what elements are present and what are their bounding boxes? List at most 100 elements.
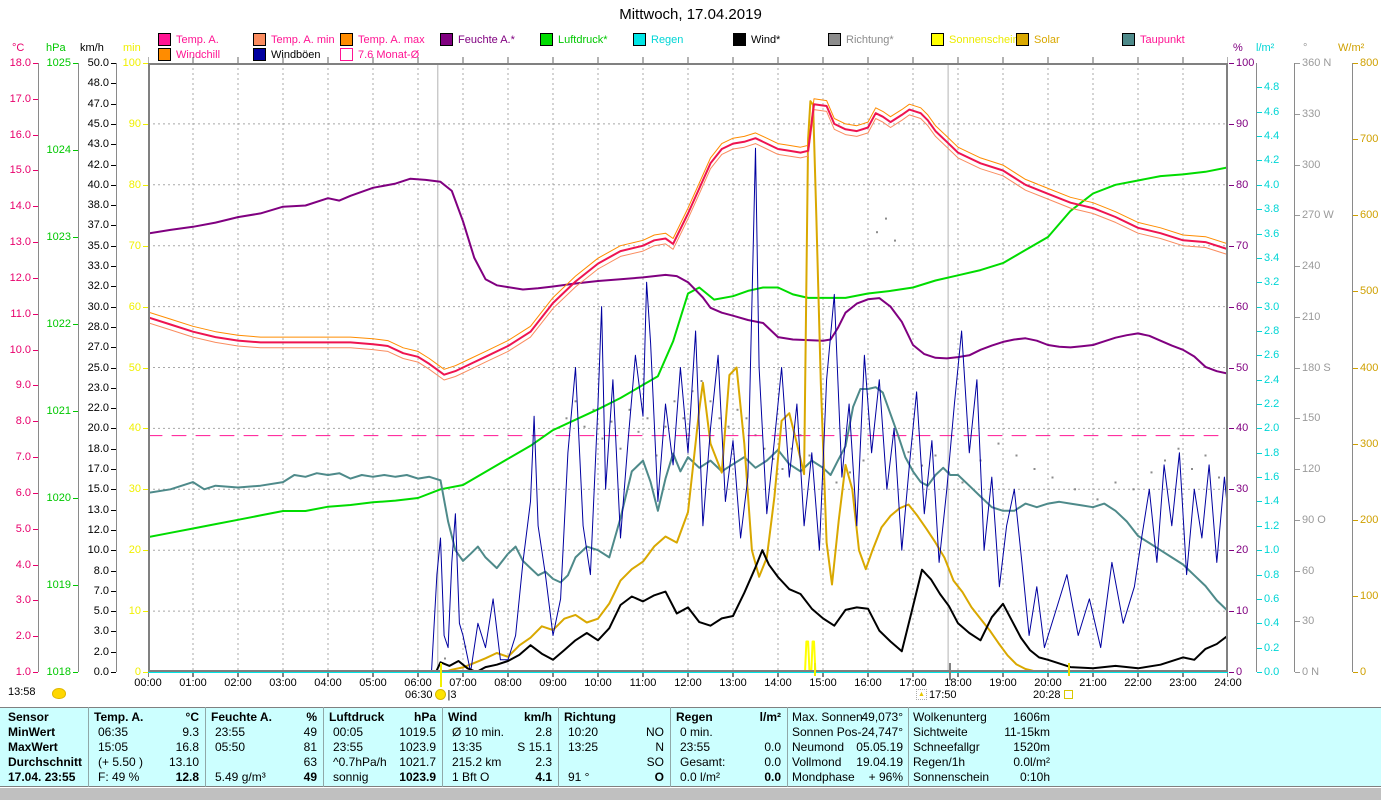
axis-tick <box>33 135 38 136</box>
axis-tick-label: 14.0 <box>9 200 31 212</box>
series-swatch-icon <box>440 33 453 46</box>
legend-item-sonnenschein: Sonnenschein <box>931 33 1019 46</box>
axis-tick <box>1295 215 1300 216</box>
axis-tick <box>1257 234 1262 235</box>
axis-tick-label: 4.2 <box>1264 154 1280 166</box>
table-row-label: MinWert <box>8 725 56 739</box>
table-column-divider <box>670 707 671 787</box>
table-col-unit: % <box>306 710 317 724</box>
axis-tick-label: 50 <box>128 362 141 374</box>
axis-tick-label: 120 <box>1302 463 1321 475</box>
axis-tick <box>1257 501 1262 502</box>
table-cell-value: SO <box>646 755 664 769</box>
axis-tick-label: 3.2 <box>1264 276 1280 288</box>
table-cell-value: 13.10 <box>168 755 199 769</box>
table-column-divider <box>908 707 909 787</box>
axis-tick <box>33 206 38 207</box>
table-cell-value: 12.8 <box>175 770 199 784</box>
sunset-square-icon <box>1063 690 1073 699</box>
axis-tick-label: 3.0 <box>15 594 31 606</box>
axis-tick <box>1257 307 1262 308</box>
table-column-divider <box>88 707 89 787</box>
axis-tick <box>1353 291 1358 292</box>
marker-06-30: 06:30 |3 <box>405 688 457 701</box>
axis-tick <box>111 165 116 166</box>
axis-tick <box>111 469 116 470</box>
axis-tick <box>1295 571 1300 572</box>
axis-tick-label: 800 <box>1360 57 1379 69</box>
table-cell-value: 49 <box>303 770 317 784</box>
axis-unit-: ° <box>1303 42 1308 54</box>
axis-tick <box>73 498 78 499</box>
axis-tick-label: 1022 <box>46 318 71 330</box>
axis-tick-label: 1.6 <box>1264 471 1280 483</box>
x-axis-hour-label: 24:00 <box>1214 677 1242 689</box>
axis-tick <box>111 449 116 450</box>
axis-tick-label: 3.0 <box>93 625 109 637</box>
legend-item-solar: Solar <box>1016 33 1060 46</box>
axis-unit-min: min <box>123 42 141 54</box>
table-cell-value: S 15.1 <box>517 740 552 754</box>
axis-tick-label: 0.0 <box>1264 666 1280 678</box>
axis-tick <box>1295 621 1300 622</box>
axis-tick <box>111 347 116 348</box>
axis-tick-label: 20 <box>1236 544 1249 556</box>
axis-tick <box>1295 165 1300 166</box>
axis-tick-label: 50 <box>1236 362 1249 374</box>
axis-tick-label: 700 <box>1360 133 1379 145</box>
legend-label: Luftdruck* <box>558 33 608 46</box>
table-cell-value <box>676 725 781 739</box>
legend-item-temp-a-: Temp. A. <box>158 33 219 46</box>
axis-tick <box>1257 282 1262 283</box>
axis-tick <box>1229 428 1234 429</box>
axis-unit-lm: l/m² <box>1256 42 1275 54</box>
axis-tick <box>1257 550 1262 551</box>
axis-tick <box>1295 317 1300 318</box>
axis-tick-label: 90 O <box>1302 514 1326 526</box>
axis-tick-label: 60 <box>128 301 141 313</box>
axis-tick-label: 0.2 <box>1264 642 1280 654</box>
axis-tick-label: 17.0 <box>87 463 109 475</box>
axis-tick <box>1257 623 1262 624</box>
table-row-label: Durchschnitt <box>8 755 83 769</box>
table-cell-value: 81 <box>303 740 317 754</box>
x-axis-hour-label: 19:00 <box>989 677 1017 689</box>
axis-tick-label: 1020 <box>46 492 71 504</box>
axis-tick <box>1257 404 1262 405</box>
axis-tick-label: 17.0 <box>9 93 31 105</box>
axis-tick-label: 40 <box>1236 422 1249 434</box>
axis-tick <box>1295 469 1300 470</box>
axis-tick-label: 1.2 <box>1264 520 1280 532</box>
axis-tick <box>1257 258 1262 259</box>
axis-tick-label: 90 <box>128 118 141 130</box>
axis-tick-label: 5.0 <box>15 523 31 535</box>
axis-tick-label: 4.4 <box>1264 130 1280 142</box>
axis-tick-label: 38.0 <box>87 199 109 211</box>
axis-tick-label: 90 <box>1236 118 1249 130</box>
axis-tick <box>111 571 116 572</box>
axis-tick-label: 43.0 <box>87 138 109 150</box>
axis-tick-label: 300 <box>1302 159 1321 171</box>
astro-value: + 96% <box>868 770 903 784</box>
axis-tick <box>33 99 38 100</box>
axis-tick-label: 1.4 <box>1264 495 1280 507</box>
table-column-divider <box>442 707 443 787</box>
table-cell-value: 2.3 <box>535 755 552 769</box>
axis-tick-label: 0.8 <box>1264 569 1280 581</box>
axis-tick-label: 3.6 <box>1264 228 1280 240</box>
axis-tick-label: 30 <box>128 483 141 495</box>
axis-tick-label: 0 N <box>1302 666 1320 678</box>
axis-tick-label: 2.0 <box>15 630 31 642</box>
moon-icon <box>52 688 66 699</box>
series-swatch-icon <box>633 33 646 46</box>
axis-tick-label: 13.0 <box>9 236 31 248</box>
x-axis-hour-label: 21:00 <box>1079 677 1107 689</box>
chart-plot-area <box>148 57 1228 677</box>
axis-tick-label: 47.0 <box>87 98 109 110</box>
axis-tick <box>1353 63 1358 64</box>
axis-tick <box>1229 489 1234 490</box>
axis-tick <box>33 600 38 601</box>
series-swatch-icon <box>828 33 841 46</box>
axis-tick-label: 1018 <box>46 666 71 678</box>
table-cell-value: O <box>654 770 664 784</box>
